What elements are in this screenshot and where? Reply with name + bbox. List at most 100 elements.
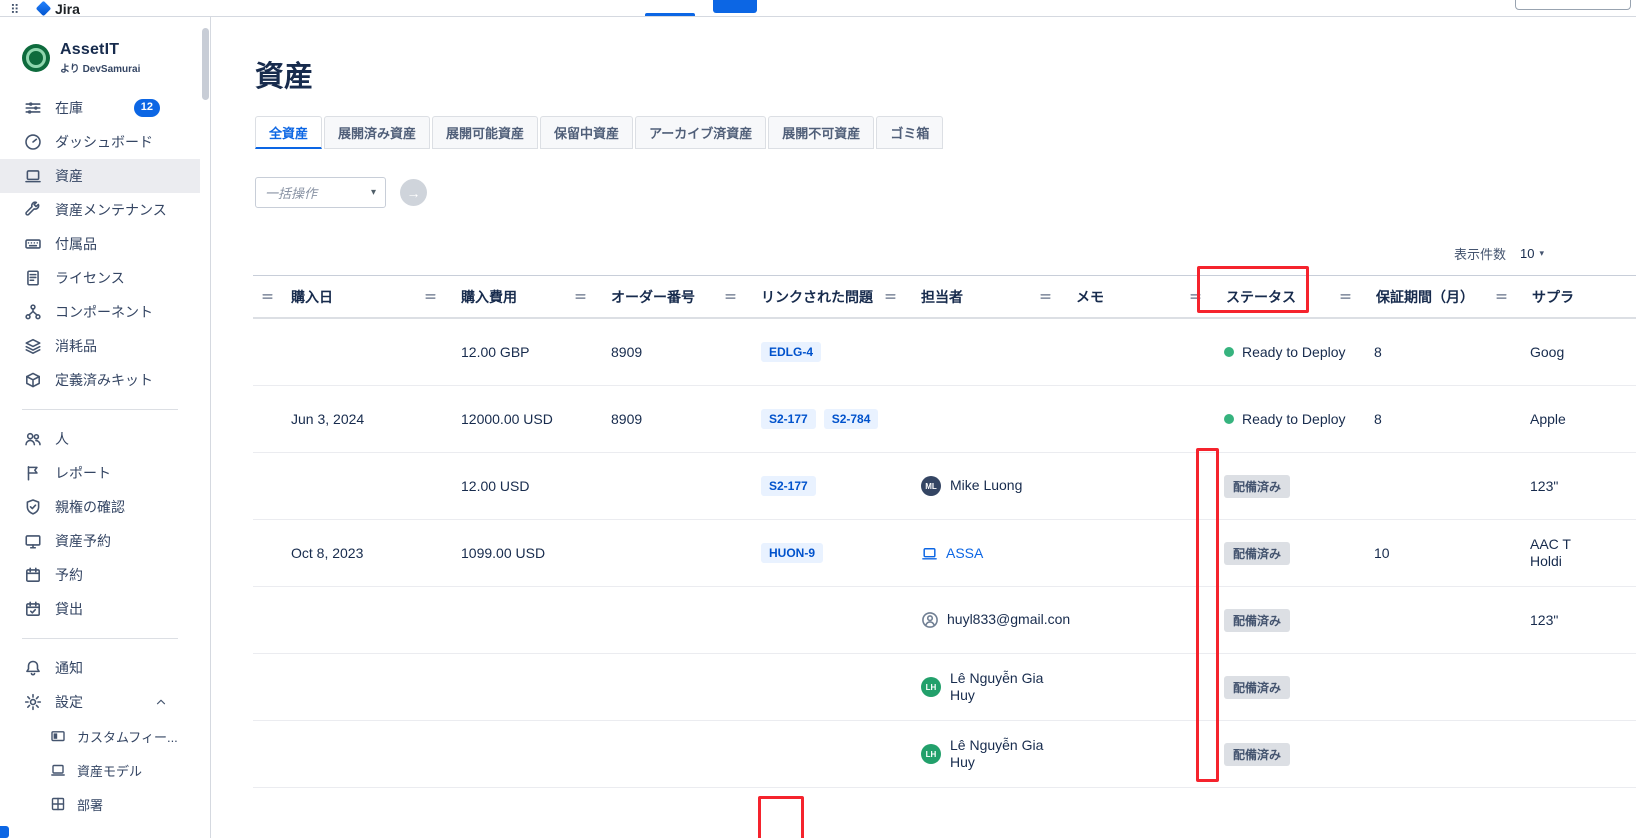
column-label: 保証期間（月） bbox=[1376, 287, 1474, 307]
sidebar-scrollbar[interactable] bbox=[200, 17, 211, 838]
cell-assignee: ASSA bbox=[907, 520, 1062, 586]
sidebar-item-asset-maintenance[interactable]: 資産メンテナンス bbox=[0, 193, 200, 227]
cell-supplier: Apple bbox=[1518, 386, 1636, 452]
sidebar-item-asset-reservation[interactable]: 資産予約 bbox=[0, 524, 200, 558]
assets-table: 購入日購入費用オーダー番号リンクされた問題担当者メモステータス保証期間（月）サプ… bbox=[253, 275, 1636, 838]
cell-memo bbox=[1062, 587, 1212, 653]
assignee-asset-link[interactable]: ASSA bbox=[946, 545, 983, 561]
search-input[interactable] bbox=[1515, 0, 1631, 10]
sidebar-item-departments[interactable]: 部署 bbox=[0, 787, 200, 821]
cell-text: 123" bbox=[1530, 612, 1558, 629]
jira-logo[interactable]: Jira bbox=[38, 2, 80, 16]
app-switcher-icon[interactable]: ⠿ bbox=[10, 3, 20, 16]
sidebar-item-people[interactable]: 人 bbox=[0, 422, 200, 456]
app-byline: より DevSamurai bbox=[60, 60, 140, 75]
sidebar-item-asset-models[interactable]: 資産モデル bbox=[0, 753, 200, 787]
filter-icon[interactable] bbox=[724, 290, 737, 303]
cell-purchase_cost bbox=[447, 587, 597, 653]
status-dot bbox=[1224, 414, 1234, 424]
sidebar-item-booking[interactable]: 予約 bbox=[0, 558, 200, 592]
table-row[interactable]: 12.00 GBP8909EDLG-4Ready to Deploy8Goog bbox=[253, 319, 1636, 386]
cell-text: 12.00 USD bbox=[461, 478, 529, 494]
sidebar-item-licenses[interactable]: ライセンス bbox=[0, 261, 200, 295]
sidebar-item-components[interactable]: コンポーネント bbox=[0, 295, 200, 329]
table-row[interactable]: LHLê Nguyễn Gia Huy配備済み bbox=[253, 654, 1636, 721]
sidebar-item-label: 人 bbox=[55, 429, 69, 449]
sidebar-item-settings[interactable]: 設定 bbox=[0, 685, 200, 719]
cell-order_number bbox=[597, 721, 747, 787]
filter-icon[interactable] bbox=[261, 290, 274, 303]
tab-all[interactable]: 全資産 bbox=[255, 116, 322, 149]
table-row[interactable]: huyl833@gmail.con配備済み123" bbox=[253, 587, 1636, 654]
tab-deployable[interactable]: 展開可能資産 bbox=[432, 116, 538, 149]
tab-archived[interactable]: アーカイブ済資産 bbox=[635, 116, 766, 149]
filter-icon[interactable] bbox=[574, 290, 587, 303]
sidebar-item-predefined-kits[interactable]: 定義済みキット bbox=[0, 363, 200, 397]
divider bbox=[22, 409, 178, 410]
apply-bulk-action-button[interactable]: → bbox=[400, 179, 427, 206]
tab-trash[interactable]: ゴミ箱 bbox=[876, 116, 943, 149]
table-row[interactable]: LHLê Nguyễn Gia Huy配備済み bbox=[253, 721, 1636, 788]
cell-purchase_cost bbox=[447, 654, 597, 720]
sidebar-item-reports[interactable]: レポート bbox=[0, 456, 200, 490]
sidebar-item-custom-fields[interactable]: カスタムフィー... bbox=[0, 719, 200, 753]
cell-text: 8909 bbox=[611, 344, 642, 360]
linked-issue-chip[interactable]: S2-784 bbox=[824, 409, 879, 429]
cell-order_number bbox=[597, 654, 747, 720]
sidebar-nav: 在庫12ダッシュボード資産資産メンテナンス付属品ライセンスコンポーネント消耗品定… bbox=[0, 91, 200, 821]
linked-issue-chip[interactable]: S2-177 bbox=[761, 409, 816, 429]
linked-issue-chip[interactable]: S2-177 bbox=[761, 476, 816, 496]
sidebar-item-label: 親権の確認 bbox=[55, 497, 125, 517]
tab-pending[interactable]: 保留中資産 bbox=[540, 116, 633, 149]
jira-logo-text: Jira bbox=[55, 2, 80, 16]
filter-icon[interactable] bbox=[1189, 290, 1202, 303]
bulk-action-select[interactable]: 一括操作 ▾ bbox=[255, 177, 386, 208]
table-row[interactable]: Oct 8, 20231099.00 USDHUON-9ASSA配備済み10AA… bbox=[253, 520, 1636, 587]
cell-status: Ready to Deploy bbox=[1212, 319, 1362, 385]
cell-warranty bbox=[1362, 721, 1518, 787]
table-row[interactable] bbox=[253, 788, 1636, 838]
sidebar-item-label: 資産予約 bbox=[55, 531, 111, 551]
license-icon bbox=[24, 269, 42, 287]
cell-linked-issues: S2-177 S2-784 bbox=[747, 386, 907, 452]
column-label: リンクされた問題 bbox=[761, 287, 873, 307]
tab-undeployable[interactable]: 展開不可資産 bbox=[768, 116, 874, 149]
components-icon bbox=[24, 303, 42, 321]
filter-icon[interactable] bbox=[424, 290, 437, 303]
cell-text: 1099.00 USD bbox=[461, 545, 545, 561]
sidebar-item-consumables[interactable]: 消耗品 bbox=[0, 329, 200, 363]
people-icon bbox=[24, 430, 42, 448]
table-row[interactable]: 12.00 USDS2-177MLMike Luong配備済み123" bbox=[253, 453, 1636, 520]
sidebar-item-inventory[interactable]: 在庫12 bbox=[0, 91, 200, 125]
status-badge: 配備済み bbox=[1224, 475, 1290, 498]
linked-issue-chip[interactable]: EDLG-4 bbox=[761, 342, 821, 362]
status-badge: 配備済み bbox=[1224, 542, 1290, 565]
table-row[interactable]: Jun 3, 202412000.00 USD8909S2-177S2-784R… bbox=[253, 386, 1636, 453]
cell-hidden bbox=[253, 721, 277, 787]
cell-supplier bbox=[1518, 654, 1636, 720]
linked-issue-chip[interactable]: HUON-9 bbox=[761, 543, 823, 563]
create-button[interactable] bbox=[713, 0, 757, 13]
page-size-select[interactable]: 10 ▾ bbox=[1520, 246, 1544, 261]
filter-icon[interactable] bbox=[1495, 290, 1508, 303]
status-badge: 配備済み bbox=[1224, 609, 1290, 632]
sidebar-item-label: 貸出 bbox=[55, 599, 83, 619]
cell-purchase_cost: 1099.00 USD bbox=[447, 520, 597, 586]
sidebar-item-checkout[interactable]: 貸出 bbox=[0, 592, 200, 626]
sidebar-item-label: 部署 bbox=[77, 795, 103, 814]
sidebar-item-assets[interactable]: 資産 bbox=[0, 159, 200, 193]
filter-icon[interactable] bbox=[884, 290, 897, 303]
sidebar-item-custody-check[interactable]: 親権の確認 bbox=[0, 490, 200, 524]
sidebar-item-accessories[interactable]: 付属品 bbox=[0, 227, 200, 261]
cell-supplier: Goog bbox=[1518, 319, 1636, 385]
tab-deployed[interactable]: 展開済み資産 bbox=[324, 116, 430, 149]
sidebar-item-dashboard[interactable]: ダッシュボード bbox=[0, 125, 200, 159]
cell-purchase_date bbox=[277, 587, 447, 653]
main-content: 資産 全資産展開済み資産展開可能資産保留中資産アーカイブ済資産展開不可資産ゴミ箱… bbox=[212, 17, 1636, 838]
sidebar-item-notifications[interactable]: 通知 bbox=[0, 651, 200, 685]
filter-icon[interactable] bbox=[1339, 290, 1352, 303]
scrollbar-thumb[interactable] bbox=[202, 28, 209, 100]
sidebar-item-label: 在庫 bbox=[55, 98, 83, 118]
cell-text: Apple bbox=[1530, 411, 1566, 428]
filter-icon[interactable] bbox=[1039, 290, 1052, 303]
